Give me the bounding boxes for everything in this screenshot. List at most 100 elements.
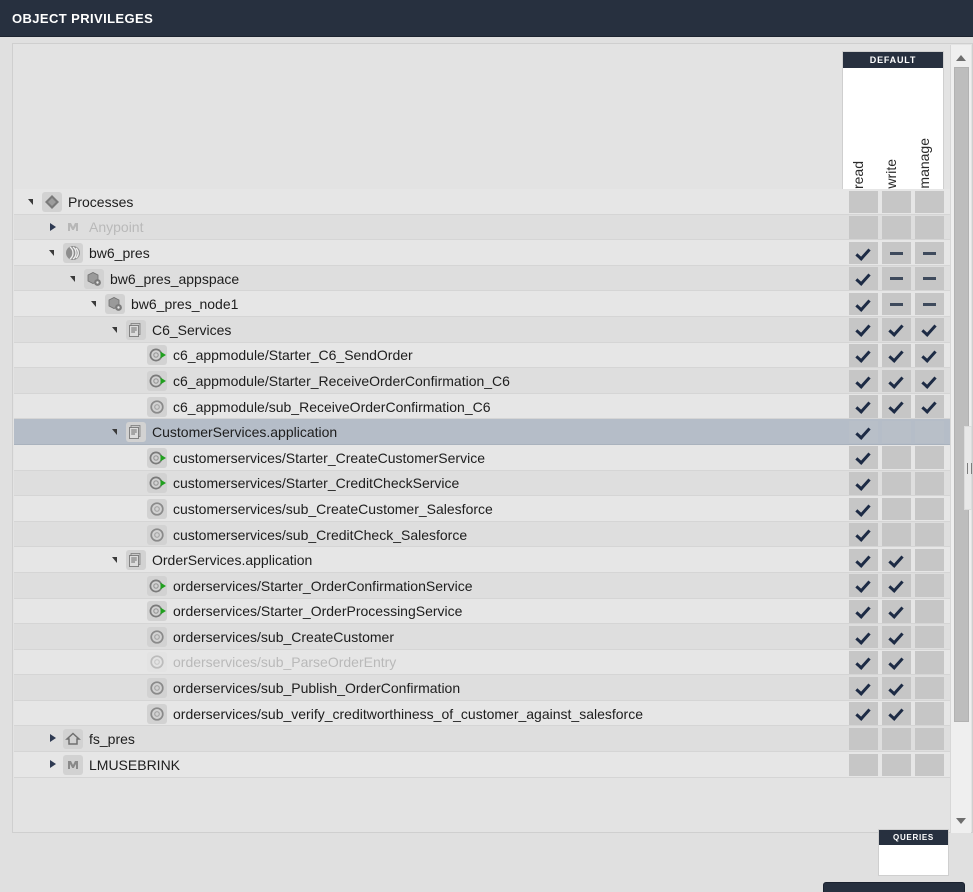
permission-cell-manage[interactable] xyxy=(915,574,944,597)
table-row[interactable]: bw6_pres_node1 xyxy=(14,291,952,317)
table-row[interactable]: orderservices/Starter_OrderProcessingSer… xyxy=(14,598,952,625)
tree-node[interactable]: orderservices/sub_verify_creditworthines… xyxy=(131,701,643,727)
table-row[interactable]: Processes xyxy=(14,189,952,215)
permission-cell-write[interactable] xyxy=(882,625,911,649)
scrollbar-thumb[interactable] xyxy=(954,67,969,722)
scroll-down-arrow-icon[interactable] xyxy=(951,813,971,831)
permission-cell-read[interactable] xyxy=(849,523,878,546)
permission-cell-manage[interactable] xyxy=(915,446,944,469)
chevron-down-icon[interactable] xyxy=(110,547,123,573)
tree-node[interactable]: LMUSEBRINK xyxy=(47,752,180,778)
table-row[interactable]: customerservices/Starter_CreateCustomerS… xyxy=(14,444,952,471)
permission-cell-write[interactable] xyxy=(882,574,911,597)
chevron-down-icon[interactable] xyxy=(68,266,81,292)
tree-node[interactable]: orderservices/sub_Publish_OrderConfirmat… xyxy=(131,675,460,701)
permission-cell-manage[interactable] xyxy=(915,318,944,341)
permission-cell-read[interactable] xyxy=(849,369,878,393)
tree-node[interactable]: orderservices/sub_ParseOrderEntry xyxy=(131,650,396,676)
permission-cell-read[interactable] xyxy=(849,753,878,777)
tree-node[interactable]: fs_pres xyxy=(47,726,135,752)
permission-cell-write[interactable] xyxy=(882,420,911,444)
chevron-down-icon[interactable] xyxy=(89,291,102,317)
permission-cell-manage[interactable] xyxy=(915,292,944,316)
table-row[interactable]: orderservices/sub_CreateCustomer xyxy=(14,624,952,650)
permission-cell-read[interactable] xyxy=(849,292,878,316)
tree-node[interactable]: bw6_pres_node1 xyxy=(89,291,238,317)
tree-node[interactable]: orderservices/Starter_OrderConfirmationS… xyxy=(131,573,473,599)
permission-cell-read[interactable] xyxy=(849,472,878,495)
table-row[interactable]: customerservices/Starter_CreditCheckServ… xyxy=(14,470,952,497)
permission-cell-read[interactable] xyxy=(849,625,878,649)
permission-cell-manage[interactable] xyxy=(915,702,944,725)
permission-cell-read[interactable] xyxy=(849,395,878,418)
chevron-down-icon[interactable] xyxy=(110,317,123,343)
permission-cell-write[interactable] xyxy=(882,676,911,700)
table-row[interactable]: CustomerServices.application xyxy=(14,419,952,445)
permission-cell-write[interactable] xyxy=(882,523,911,546)
close-button[interactable]: CLOSE xyxy=(823,882,965,892)
table-row[interactable]: Anypoint xyxy=(14,214,952,241)
table-row[interactable]: orderservices/sub_verify_creditworthines… xyxy=(14,700,952,727)
chevron-right-icon[interactable] xyxy=(47,752,60,778)
table-row[interactable]: orderservices/sub_ParseOrderEntry xyxy=(14,649,952,676)
chevron-right-icon[interactable] xyxy=(47,726,60,752)
tree-node[interactable]: Anypoint xyxy=(47,215,143,241)
tree-node[interactable]: c6_appmodule/Starter_C6_SendOrder xyxy=(131,343,413,369)
permission-cell-read[interactable] xyxy=(849,497,878,521)
scroll-up-arrow-icon[interactable] xyxy=(951,47,971,65)
chevron-down-icon[interactable] xyxy=(110,419,123,445)
tree-node[interactable]: Processes xyxy=(26,189,133,215)
permission-cell-read[interactable] xyxy=(849,318,878,341)
permission-cell-read[interactable] xyxy=(849,702,878,725)
permission-cell-manage[interactable] xyxy=(915,727,944,751)
permission-cell-read[interactable] xyxy=(849,216,878,239)
tree-node[interactable]: customerservices/Starter_CreditCheckServ… xyxy=(131,471,459,497)
tree-node[interactable]: OrderServices.application xyxy=(110,547,312,573)
permission-cell-read[interactable] xyxy=(849,446,878,469)
chevron-right-icon[interactable] xyxy=(47,215,60,241)
permission-cell-read[interactable] xyxy=(849,676,878,700)
column-header-read[interactable]: read xyxy=(850,161,868,189)
tree-node[interactable]: orderservices/sub_CreateCustomer xyxy=(131,624,394,650)
table-row[interactable]: c6_appmodule/Starter_ReceiveOrderConfirm… xyxy=(14,368,952,394)
permission-cell-manage[interactable] xyxy=(915,625,944,649)
column-header-write[interactable]: write xyxy=(883,159,901,189)
tree-node[interactable]: bw6_pres xyxy=(47,240,150,266)
permission-cell-read[interactable] xyxy=(849,574,878,597)
permission-cell-manage[interactable] xyxy=(915,395,944,418)
tree-node[interactable]: orderservices/Starter_OrderProcessingSer… xyxy=(131,599,462,625)
table-row[interactable]: fs_pres xyxy=(14,726,952,753)
permission-cell-manage[interactable] xyxy=(915,472,944,495)
permission-cell-write[interactable] xyxy=(882,497,911,521)
permission-cell-write[interactable] xyxy=(882,344,911,367)
permission-cell-write[interactable] xyxy=(882,446,911,469)
permission-cell-read[interactable] xyxy=(849,241,878,265)
table-row[interactable]: c6_appmodule/Starter_C6_SendOrder xyxy=(14,342,952,369)
tree-node[interactable]: bw6_pres_appspace xyxy=(68,266,239,292)
permission-cell-write[interactable] xyxy=(882,600,911,623)
permission-cell-read[interactable] xyxy=(849,548,878,572)
table-row[interactable]: c6_appmodule/sub_ReceiveOrderConfirmatio… xyxy=(14,393,952,420)
tree-node[interactable]: c6_appmodule/sub_ReceiveOrderConfirmatio… xyxy=(131,394,491,420)
permission-cell-manage[interactable] xyxy=(915,651,944,674)
permission-cell-write[interactable] xyxy=(882,727,911,751)
table-row[interactable]: orderservices/sub_Publish_OrderConfirmat… xyxy=(14,675,952,701)
table-row[interactable]: C6_Services xyxy=(14,316,952,343)
chevron-down-icon[interactable] xyxy=(47,240,60,266)
permission-cell-manage[interactable] xyxy=(915,497,944,521)
permission-cell-write[interactable] xyxy=(882,651,911,674)
permission-cell-manage[interactable] xyxy=(915,420,944,444)
permission-cell-write[interactable] xyxy=(882,548,911,572)
table-row[interactable]: bw6_pres_appspace xyxy=(14,265,952,292)
tree-node[interactable]: customerservices/sub_CreditCheck_Salesfo… xyxy=(131,522,467,548)
permission-cell-write[interactable] xyxy=(882,292,911,316)
permission-cell-read[interactable] xyxy=(849,727,878,751)
table-row[interactable]: orderservices/Starter_OrderConfirmationS… xyxy=(14,572,952,599)
table-row[interactable]: customerservices/sub_CreditCheck_Salesfo… xyxy=(14,521,952,548)
table-row[interactable]: bw6_pres xyxy=(14,240,952,266)
tree-node[interactable]: c6_appmodule/Starter_ReceiveOrderConfirm… xyxy=(131,368,510,394)
table-row[interactable]: LMUSEBRINK xyxy=(14,752,952,778)
permission-cell-write[interactable] xyxy=(882,753,911,777)
permission-cell-write[interactable] xyxy=(882,190,911,213)
permission-cell-write[interactable] xyxy=(882,702,911,725)
